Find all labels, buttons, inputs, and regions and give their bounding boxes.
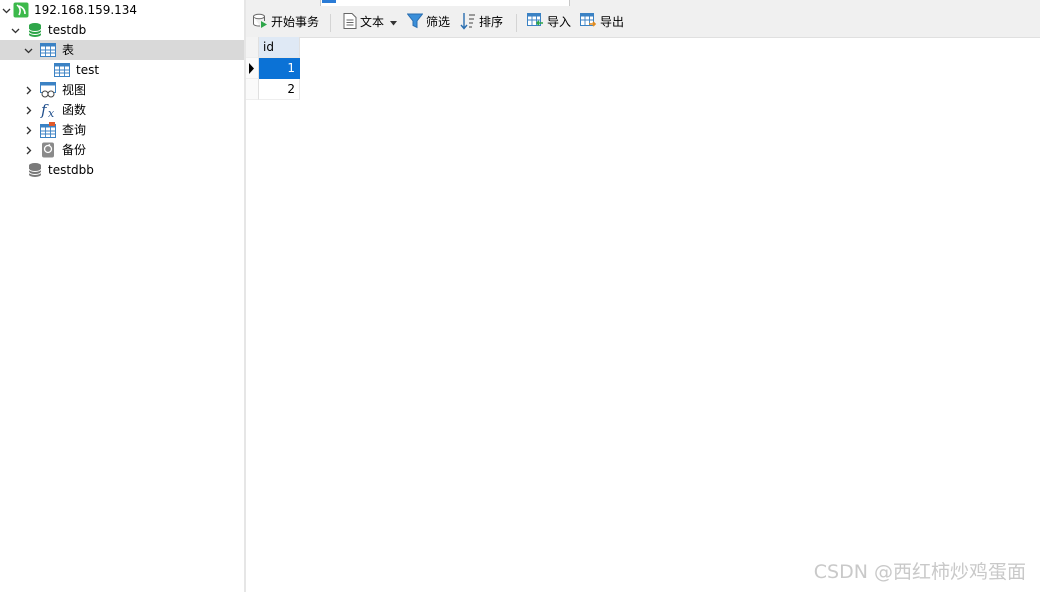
import-label: 导入	[547, 15, 572, 29]
backups-label: 备份	[62, 143, 87, 157]
import-icon	[527, 12, 544, 32]
text-button[interactable]: 文本	[343, 11, 398, 33]
chevron-down-icon[interactable]	[23, 45, 33, 55]
filter-label: 筛选	[426, 15, 451, 29]
begin-transaction-button[interactable]: 开始事务	[252, 11, 319, 33]
tables-label: 表	[62, 43, 75, 57]
export-label: 导出	[600, 15, 625, 29]
tab-icon	[322, 0, 336, 3]
transaction-icon	[252, 13, 268, 32]
query-icon	[40, 122, 56, 138]
database-label: testdbb	[48, 163, 94, 177]
chevron-right-icon[interactable]	[23, 105, 33, 115]
svg-text:x: x	[48, 107, 55, 119]
main-panel: 开始事务 文本 筛选 排序 导入 导出 id 1 2	[246, 0, 1040, 592]
database-icon	[27, 162, 43, 178]
view-icon	[40, 82, 56, 98]
tree-item-table-test[interactable]: test	[0, 60, 244, 80]
table-cell[interactable]: 1	[259, 58, 300, 79]
chevron-right-icon[interactable]	[23, 125, 33, 135]
chevron-right-icon[interactable]	[23, 85, 33, 95]
import-button[interactable]: 导入	[527, 11, 571, 33]
filter-button[interactable]: 筛选	[406, 11, 451, 33]
tree-item-connection[interactable]: 192.168.159.134	[0, 0, 244, 20]
tree-item-tables[interactable]: 表	[0, 40, 244, 60]
tree-item-views[interactable]: 视图	[0, 80, 244, 100]
table-icon	[40, 42, 56, 58]
text-label: 文本	[360, 15, 385, 29]
sort-icon	[460, 12, 476, 33]
views-label: 视图	[62, 83, 87, 97]
tree-item-database-testdbb[interactable]: testdbb	[0, 160, 244, 180]
database-label: testdb	[48, 23, 87, 37]
database-icon	[27, 22, 43, 38]
function-icon: fx	[40, 101, 56, 120]
filter-icon	[406, 13, 424, 32]
toolbar: 开始事务 文本 筛选 排序 导入 导出	[246, 6, 1040, 38]
queries-label: 查询	[62, 123, 87, 137]
sort-button[interactable]: 排序	[460, 11, 503, 33]
row-indicator[interactable]	[246, 79, 259, 100]
column-header-id[interactable]: id	[259, 37, 300, 58]
text-document-icon	[343, 12, 357, 32]
chevron-down-icon[interactable]	[10, 25, 20, 35]
row-indicator[interactable]	[246, 58, 259, 79]
tree-item-backups[interactable]: 备份	[0, 140, 244, 160]
grid-corner	[246, 37, 259, 58]
current-row-arrow-icon	[249, 63, 254, 74]
tree-item-database-testdb[interactable]: testdb	[0, 20, 244, 40]
watermark: CSDN @西红柿炒鸡蛋面	[813, 561, 1026, 583]
export-button[interactable]: 导出	[580, 11, 624, 33]
chevron-down-icon[interactable]	[1, 5, 11, 15]
backup-icon	[40, 142, 56, 158]
tree-item-queries[interactable]: 查询	[0, 120, 244, 140]
functions-label: 函数	[62, 103, 87, 117]
sort-label: 排序	[479, 15, 504, 29]
navigation-sidebar: 192.168.159.134 testdb 表 test 视图 f x 函数 …	[0, 0, 244, 592]
toolbar-divider	[330, 14, 331, 32]
begin-transaction-label: 开始事务	[271, 15, 320, 29]
export-icon	[580, 12, 597, 32]
table-label: test	[76, 63, 100, 77]
caret-down-icon	[390, 15, 398, 29]
toolbar-divider	[516, 14, 517, 32]
table-icon	[54, 62, 70, 78]
tree-item-functions[interactable]: fx 函数	[0, 100, 244, 120]
table-cell[interactable]: 2	[259, 79, 300, 100]
connection-label: 192.168.159.134	[34, 3, 138, 17]
chevron-right-icon[interactable]	[23, 145, 33, 155]
connection-icon	[13, 2, 29, 18]
